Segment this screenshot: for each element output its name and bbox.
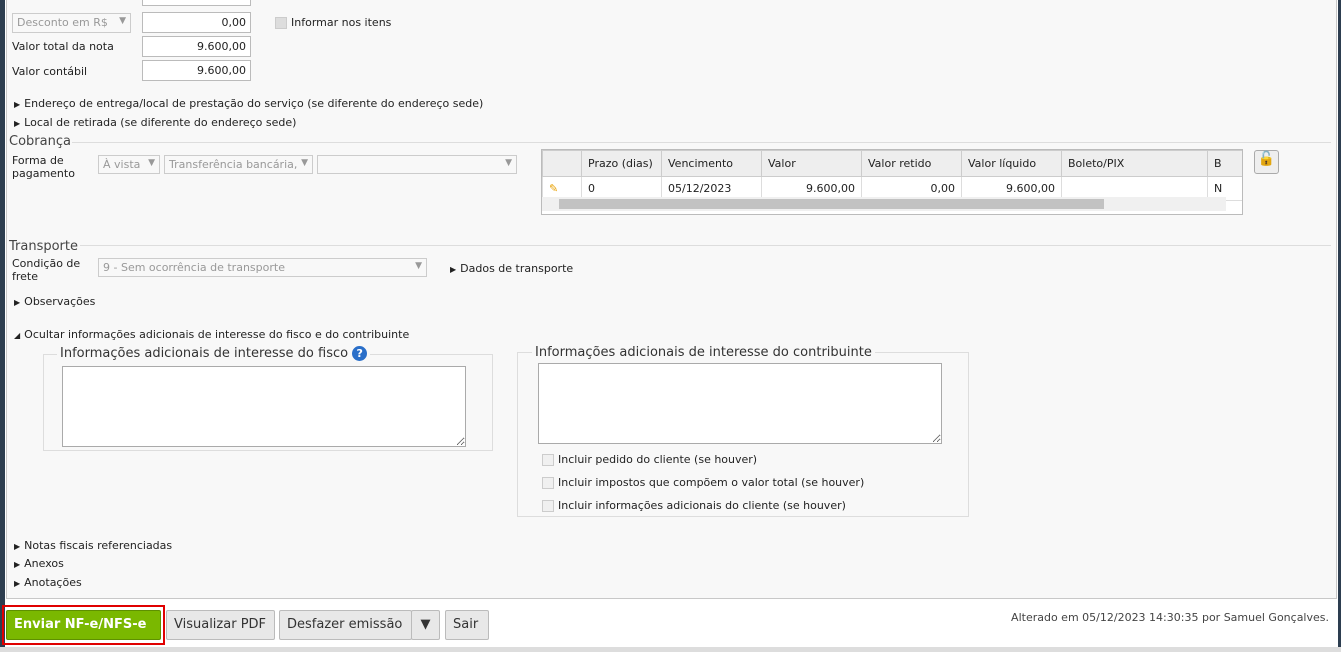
- caret-right-icon: ▶: [450, 265, 457, 274]
- payment-method-select[interactable]: Transferência bancária, ▼: [164, 155, 313, 174]
- column-header[interactable]: B: [1207, 150, 1242, 177]
- checkbox-icon: [542, 477, 554, 489]
- accounting-value-input[interactable]: 9.600,00: [142, 60, 251, 81]
- chevron-down-icon: ▼: [301, 158, 308, 168]
- contributor-title: Informações adicionais de interesse do c…: [532, 345, 875, 360]
- billing-section-title: Cobrança: [9, 134, 71, 149]
- view-pdf-button[interactable]: Visualizar PDF: [166, 610, 275, 640]
- caret-right-icon: ▶: [14, 579, 21, 588]
- pickup-section-toggle[interactable]: ▶ Local de retirada (se diferente do ende…: [14, 116, 296, 129]
- last-modified-status: Alterado em 05/12/2023 14:30:35 por Samu…: [1011, 611, 1329, 624]
- transport-details-toggle[interactable]: ▶ Dados de transporte: [450, 262, 573, 275]
- attachments-toggle[interactable]: ▶ Anexos: [14, 557, 64, 570]
- checkbox-icon: [542, 454, 554, 466]
- exit-button[interactable]: Sair: [445, 610, 489, 640]
- fisco-textarea[interactable]: [62, 366, 466, 447]
- delivery-section-toggle[interactable]: ▶ Endereço de entrega/local de prestação …: [14, 97, 483, 110]
- accounting-label: Valor contábil: [12, 65, 88, 78]
- payment-label: Forma de pagamento: [12, 154, 75, 180]
- column-header[interactable]: Valor: [761, 150, 862, 177]
- chevron-down-icon: ▼: [415, 261, 422, 271]
- column-header[interactable]: Boleto/PIX: [1061, 150, 1208, 177]
- unlock-icon[interactable]: 🔓: [1254, 150, 1279, 174]
- horizontal-scrollbar[interactable]: [542, 197, 1226, 211]
- payment-extra-select[interactable]: ▼: [317, 155, 517, 174]
- checkbox-checked-icon: [275, 17, 287, 29]
- undo-dropdown-arrow-icon[interactable]: ▼: [411, 610, 440, 640]
- caret-right-icon: ▶: [14, 542, 21, 551]
- inform-items-label: Informar nos itens: [291, 16, 392, 29]
- discount-type-select[interactable]: Desconto em R$ ▼: [12, 13, 131, 33]
- include-taxes-checkbox[interactable]: Incluir impostos que compõem o valor tot…: [542, 476, 864, 489]
- contributor-textarea[interactable]: [538, 363, 942, 444]
- caret-right-icon: ▶: [14, 560, 21, 569]
- column-header[interactable]: Vencimento: [661, 150, 762, 177]
- bottom-bar: [0, 647, 1341, 652]
- notes-toggle[interactable]: ▶ Anotações: [14, 576, 82, 589]
- caret-right-icon: ▶: [14, 298, 21, 307]
- column-header[interactable]: Valor retido: [861, 150, 962, 177]
- payment-term-select[interactable]: À vista ▼: [98, 155, 160, 174]
- edit-column-header: [542, 150, 582, 177]
- fisco-title: Informações adicionais de interesse do f…: [57, 346, 371, 361]
- inform-items-checkbox[interactable]: Informar nos itens: [275, 16, 391, 29]
- divider: [72, 142, 1331, 143]
- referenced-invoices-toggle[interactable]: ▶ Notas fiscais referenciadas: [14, 539, 172, 552]
- include-client-info-checkbox[interactable]: Incluir informações adicionais do client…: [542, 499, 846, 512]
- help-icon[interactable]: ?: [352, 346, 368, 361]
- window-edge: [0, 0, 5, 652]
- send-invoice-button[interactable]: Enviar NF-e/NFS-e: [6, 610, 161, 640]
- checkbox-icon: [542, 500, 554, 512]
- scrollbar-thumb[interactable]: [559, 199, 1104, 209]
- discount-type-value: Desconto em R$: [17, 16, 108, 29]
- grid-header-row: Prazo (dias) Vencimento Valor Valor reti…: [542, 150, 1242, 177]
- total-label: Valor total da nota: [12, 40, 114, 53]
- observations-toggle[interactable]: ▶ Observações: [14, 295, 95, 308]
- column-header[interactable]: Prazo (dias): [581, 150, 662, 177]
- delivery-label: Endereço de entrega/local de prestação d…: [24, 97, 484, 110]
- total-value-input[interactable]: 9.600,00: [142, 36, 251, 57]
- divider: [80, 245, 1331, 246]
- include-order-checkbox[interactable]: Incluir pedido do cliente (se houver): [542, 453, 757, 466]
- pickup-label: Local de retirada (se diferente do ender…: [24, 116, 297, 129]
- freight-label: Condição de frete: [12, 257, 81, 283]
- chevron-down-icon: ▼: [119, 16, 126, 26]
- undo-emission-button[interactable]: Desfazer emissão: [279, 610, 412, 640]
- previous-field[interactable]: [142, 0, 251, 6]
- caret-right-icon: ▶: [14, 100, 21, 109]
- caret-right-icon: ▶: [14, 119, 21, 128]
- caret-down-icon: ◢: [14, 331, 21, 340]
- transport-section-title: Transporte: [9, 239, 78, 254]
- additional-info-toggle[interactable]: ◢ Ocultar informações adicionais de inter…: [14, 328, 409, 341]
- column-header[interactable]: Valor líquido: [961, 150, 1062, 177]
- discount-value-input[interactable]: 0,00: [142, 12, 251, 33]
- freight-select[interactable]: 9 - Sem ocorrência de transporte ▼: [98, 258, 427, 277]
- chevron-down-icon: ▼: [148, 158, 155, 168]
- chevron-down-icon: ▼: [505, 158, 512, 168]
